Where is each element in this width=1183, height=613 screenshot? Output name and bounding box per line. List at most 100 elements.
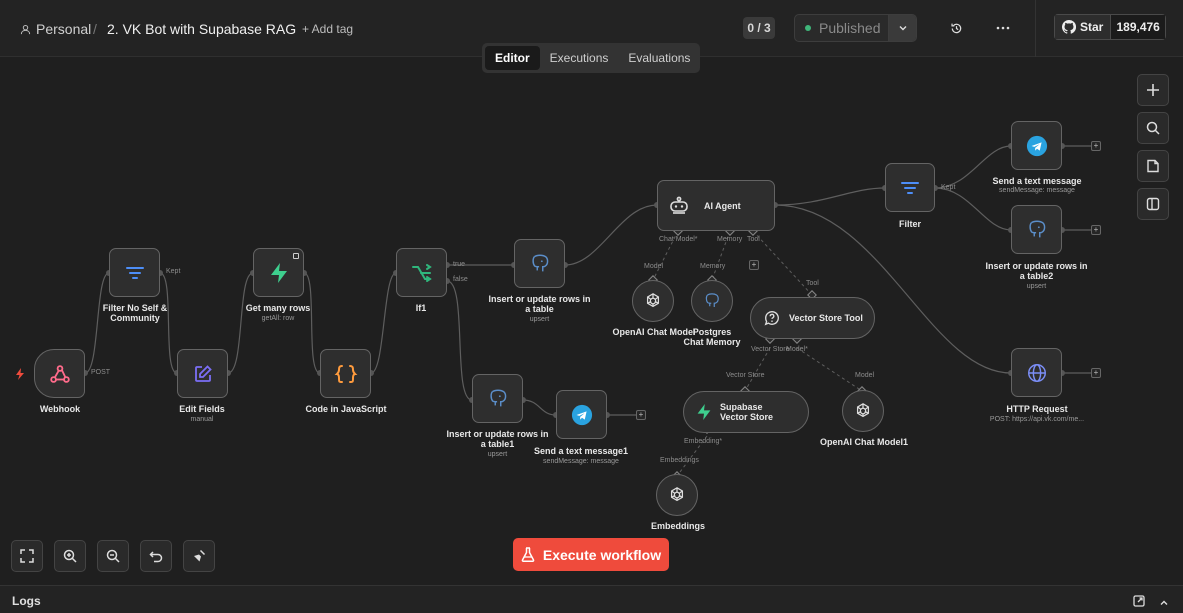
openai-icon — [646, 293, 660, 308]
chevron-down-icon — [899, 26, 906, 31]
node-supabase-vector-store[interactable]: Supabase Vector Store — [683, 391, 809, 433]
node-postgres-memory-label: Postgres Chat Memory — [683, 327, 741, 347]
port-label-model-star: Model* — [786, 346, 808, 353]
node-ai-agent[interactable]: AI Agent — [657, 180, 775, 231]
add-node-button[interactable]: + — [1091, 141, 1101, 151]
github-star-label: Star — [1080, 20, 1104, 34]
tidy-up-button[interactable] — [183, 540, 215, 572]
node-vector-store-tool[interactable]: Vector Store Tool — [750, 297, 875, 339]
edge-vs-supabase — [744, 347, 771, 392]
port-label-embeddings: Embeddings — [660, 457, 699, 464]
filter-icon — [125, 266, 144, 279]
github-star-widget[interactable]: Star 189,476 — [1054, 14, 1166, 40]
add-tag-button[interactable]: + Add tag — [302, 22, 353, 36]
code-braces-icon — [334, 364, 357, 383]
more-options-button[interactable] — [993, 18, 1013, 38]
node-postgres-memory[interactable] — [691, 280, 733, 322]
add-node-panel-button[interactable] — [1137, 74, 1169, 106]
edge-insert-agent — [564, 204, 658, 266]
node-openai-chat1[interactable] — [842, 390, 884, 432]
question-bubble-icon — [764, 310, 779, 326]
node-embeddings[interactable] — [656, 474, 698, 516]
node-send-text[interactable] — [1011, 121, 1062, 170]
node-code-js[interactable] — [320, 349, 371, 398]
workflow-title[interactable]: 2. VK Bot with Supabase RAG — [107, 21, 296, 37]
zoom-in-button[interactable] — [54, 540, 86, 572]
publish-control[interactable]: Published — [794, 14, 917, 42]
node-filter[interactable] — [885, 163, 935, 212]
undo-icon — [149, 551, 163, 563]
publish-dropdown-button[interactable] — [888, 15, 916, 41]
version-counter: 0 / 3 — [743, 17, 775, 39]
zoom-out-button[interactable] — [97, 540, 129, 572]
supabase-icon — [270, 262, 287, 283]
postgres-elephant-icon — [705, 293, 719, 307]
sticky-note-button[interactable] — [1137, 150, 1169, 182]
add-node-button[interactable]: + — [1091, 225, 1101, 235]
node-edit-fields-label: Edit Fields — [179, 404, 225, 414]
node-webhook[interactable] — [34, 349, 85, 398]
port-label-false: false — [453, 276, 468, 283]
node-send-text1[interactable] — [556, 390, 607, 439]
node-code-js-label: Code in JavaScript — [305, 404, 387, 414]
node-http-request[interactable] — [1011, 348, 1062, 397]
port-label-vector-store: Vector Store — [751, 346, 790, 353]
logs-panel-bar[interactable]: Logs — [0, 585, 1183, 613]
node-if1[interactable] — [396, 248, 447, 297]
node-insert-update-sub: upsert — [529, 316, 550, 323]
fit-view-button[interactable] — [11, 540, 43, 572]
node-insert-update[interactable] — [514, 239, 565, 288]
breadcrumb-project-label: Personal — [36, 21, 92, 37]
edge-code-if — [370, 272, 397, 374]
fit-view-icon — [20, 549, 34, 563]
github-star-button[interactable]: Star — [1055, 15, 1112, 39]
node-http-request-label: HTTP Request — [1006, 404, 1068, 414]
expand-logs-button[interactable] — [1159, 595, 1169, 613]
workflow-canvas[interactable]: Webhook POST Filter No Self & Community … — [0, 58, 1183, 585]
edge-webhook-filter — [84, 272, 110, 374]
filter-icon — [901, 181, 919, 194]
add-tool-button[interactable]: + — [749, 260, 759, 270]
undo-button[interactable] — [140, 540, 172, 572]
port-label-memory-b: Memory — [700, 263, 726, 270]
node-supabase-vector-store-label: Supabase Vector Store — [720, 402, 774, 422]
node-get-many-rows-sub: getAll: row — [261, 315, 295, 322]
pop-out-logs-button[interactable] — [1133, 594, 1145, 612]
openai-icon — [856, 403, 870, 418]
node-get-many-rows[interactable] — [253, 248, 304, 297]
telegram-icon — [571, 404, 592, 425]
add-node-button[interactable]: + — [1091, 368, 1101, 378]
history-icon — [950, 23, 961, 33]
add-node-button[interactable]: + — [636, 410, 646, 420]
openai-icon — [670, 487, 684, 502]
node-insert-update2[interactable] — [1011, 205, 1062, 254]
node-filter-no-self-label: Filter No Self & Community — [102, 303, 168, 323]
postgres-elephant-icon — [531, 254, 548, 271]
tab-evaluations[interactable]: Evaluations — [618, 46, 700, 70]
postgres-elephant-icon — [1028, 220, 1045, 237]
execute-workflow-button[interactable]: Execute workflow — [513, 538, 669, 571]
port-label-kept2: Kept — [941, 184, 956, 191]
node-edit-fields[interactable] — [177, 349, 228, 398]
tab-executions[interactable]: Executions — [540, 46, 619, 70]
pop-out-icon — [1133, 595, 1145, 607]
history-button[interactable] — [946, 18, 966, 38]
search-nodes-button[interactable] — [1137, 112, 1169, 144]
toggle-panel-button[interactable] — [1137, 188, 1169, 220]
node-insert-update2-label: Insert or update rows in a table2 — [985, 261, 1088, 281]
node-get-many-rows-label: Get many rows — [245, 303, 311, 313]
port-label-true: true — [453, 261, 466, 268]
node-insert-update1[interactable] — [472, 374, 523, 423]
flask-icon — [521, 547, 535, 562]
breadcrumb-project[interactable]: Personal — [20, 21, 91, 37]
node-openai-chat[interactable] — [632, 280, 674, 322]
published-button[interactable]: Published — [795, 20, 888, 36]
node-ai-agent-label: AI Agent — [704, 200, 741, 211]
node-openai-chat1-label: OpenAI Chat Model1 — [819, 437, 908, 447]
supabase-icon — [697, 404, 711, 420]
port-label-chat-model: Chat Model* — [659, 236, 698, 243]
node-filter-no-self[interactable] — [109, 248, 160, 297]
port-label-vector-store-b: Vector Store — [726, 372, 765, 379]
user-icon — [20, 24, 31, 34]
tab-editor[interactable]: Editor — [485, 46, 540, 70]
